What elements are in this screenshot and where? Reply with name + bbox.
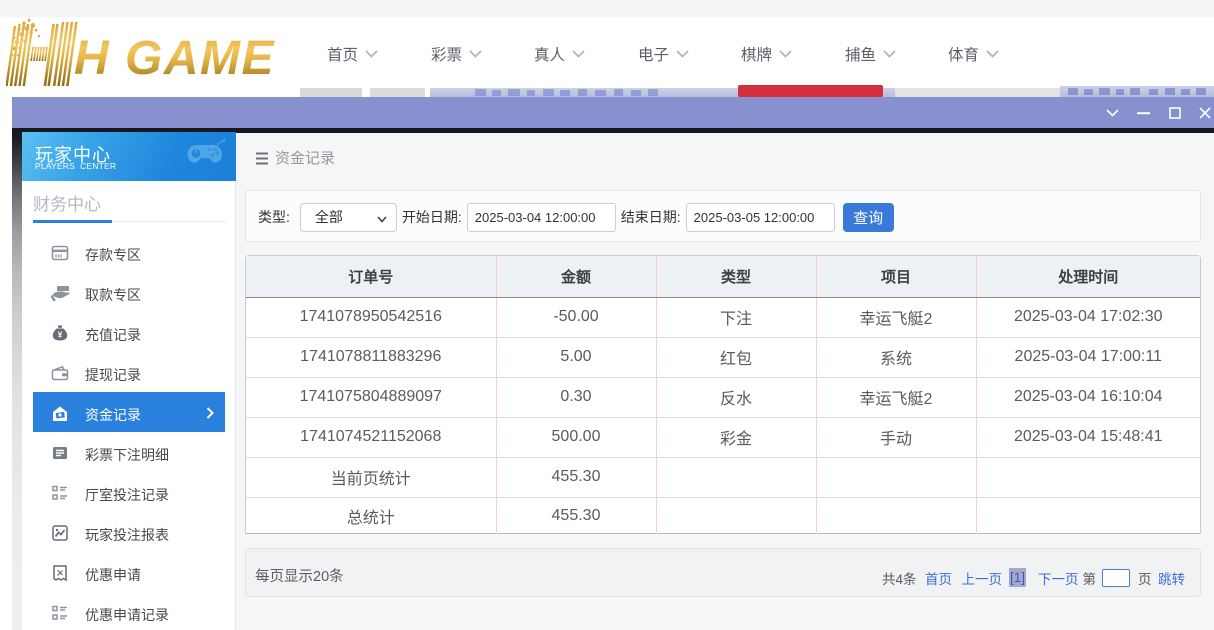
svg-text:¥: ¥ [58, 331, 63, 340]
svg-text:H GAME: H GAME [74, 32, 275, 85]
